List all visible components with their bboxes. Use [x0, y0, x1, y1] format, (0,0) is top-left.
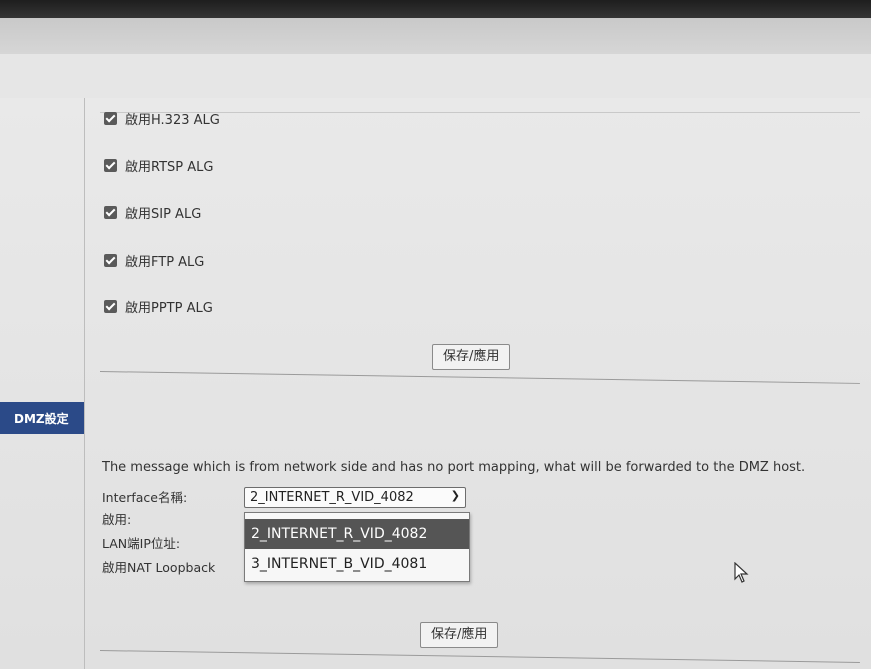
sidebar-item-dmz[interactable]: DMZ設定	[0, 402, 84, 434]
check-icon[interactable]	[104, 299, 117, 313]
alg-option-h323[interactable]: 啟用H.323 ALG	[104, 108, 220, 128]
alg-option-label: 啟用SIP ALG	[125, 206, 202, 222]
alg-option-label: 啟用FTP ALG	[125, 254, 205, 270]
check-icon[interactable]	[104, 158, 117, 172]
interface-option[interactable]: 3_INTERNET_B_VID_4081	[245, 549, 469, 579]
interface-dropdown: 2_INTERNET_R_VID_4082 3_INTERNET_B_VID_4…	[244, 512, 470, 582]
nat-loopback-label: 啟用NAT Loopback	[102, 560, 216, 575]
alg-option-label: 啟用H.323 ALG	[125, 112, 220, 128]
interface-select-value: 2_INTERNET_R_VID_4082	[250, 490, 414, 505]
interface-label: Interface名稱:	[102, 490, 188, 505]
check-icon[interactable]	[104, 253, 117, 267]
header-band	[0, 18, 871, 54]
dmz-save-button[interactable]: 保存/應用	[420, 622, 499, 648]
chevron-down-icon: ❯	[450, 489, 460, 502]
interface-option[interactable]: 2_INTERNET_R_VID_4082	[245, 519, 469, 549]
alg-option-label: 啟用RTSP ALG	[125, 159, 214, 175]
enable-label: 啟用:	[102, 512, 132, 527]
alg-option-ftp[interactable]: 啟用FTP ALG	[104, 250, 204, 270]
sidebar-divider	[84, 98, 85, 669]
alg-option-label: 啟用PPTP ALG	[125, 300, 213, 316]
dmz-description: The message which is from network side a…	[102, 460, 806, 475]
interface-select[interactable]: 2_INTERNET_R_VID_4082 ❯	[244, 487, 466, 508]
check-icon[interactable]	[104, 111, 117, 125]
toolbar-band	[0, 54, 871, 99]
alg-save-button[interactable]: 保存/應用	[432, 344, 511, 370]
alg-option-pptp[interactable]: 啟用PPTP ALG	[104, 296, 213, 316]
alg-option-sip[interactable]: 啟用SIP ALG	[104, 202, 201, 222]
mouse-pointer-icon	[734, 562, 749, 583]
alg-option-rtsp[interactable]: 啟用RTSP ALG	[104, 155, 213, 175]
lan-ip-label: LAN端IP位址:	[102, 536, 181, 551]
check-icon[interactable]	[104, 205, 117, 219]
